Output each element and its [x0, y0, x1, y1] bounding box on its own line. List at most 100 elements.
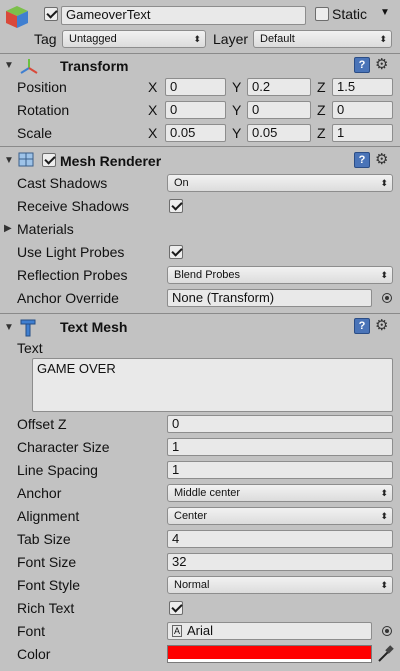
cast-shadows-label: Cast Shadows: [17, 175, 108, 191]
transform-help-icon[interactable]: ?: [354, 57, 370, 73]
scale-y-axis-label[interactable]: Y: [232, 125, 241, 141]
transform-gear-icon[interactable]: ⚙: [375, 57, 388, 73]
tag-label: Tag: [34, 31, 57, 47]
reflection-probes-label: Reflection Probes: [17, 267, 128, 283]
use-light-probes-checkbox[interactable]: [169, 245, 183, 259]
scale-z-input[interactable]: 1: [332, 124, 393, 142]
anchor-value: Middle center: [174, 487, 241, 499]
rotation-y-input[interactable]: 0: [247, 101, 311, 119]
dropdown-arrow-icon: ⬍: [380, 488, 388, 498]
rotation-z-axis-label[interactable]: Z: [317, 102, 326, 118]
color-fill: [168, 646, 371, 659]
character-size-input[interactable]: 1: [167, 438, 393, 456]
character-size-label: Character Size: [17, 439, 110, 455]
font-style-dropdown[interactable]: Normal ⬍: [167, 576, 393, 594]
receive-shadows-label: Receive Shadows: [17, 198, 130, 214]
rich-text-checkbox[interactable]: [169, 601, 183, 615]
dropdown-arrow-icon: ⬍: [379, 34, 387, 44]
static-dropdown-arrow-icon[interactable]: ▼: [380, 7, 390, 18]
mesh-renderer-icon: [18, 151, 38, 169]
static-checkbox[interactable]: [315, 7, 329, 21]
scale-label: Scale: [17, 125, 53, 141]
dropdown-arrow-icon: ⬍: [380, 511, 388, 521]
anchor-override-field[interactable]: None (Transform): [167, 289, 372, 307]
tab-size-label: Tab Size: [17, 531, 71, 547]
font-field[interactable]: A Arial: [167, 622, 372, 640]
anchor-override-label: Anchor Override: [17, 290, 119, 306]
object-picker-icon[interactable]: [382, 626, 392, 636]
scale-x-axis-label[interactable]: X: [148, 125, 157, 141]
scale-y-input[interactable]: 0.05: [247, 124, 311, 142]
dropdown-arrow-icon: ⬍: [380, 270, 388, 280]
scale-z-axis-label[interactable]: Z: [317, 125, 326, 141]
offset-z-input[interactable]: 0: [167, 415, 393, 433]
alignment-label: Alignment: [17, 508, 80, 524]
text-label: Text: [17, 340, 43, 356]
text-mesh-gear-icon[interactable]: ⚙: [375, 318, 388, 334]
gameobject-cube-icon: [4, 4, 30, 30]
position-z-axis-label[interactable]: Z: [317, 79, 326, 95]
position-y-input[interactable]: 0.2: [247, 78, 311, 96]
layer-dropdown[interactable]: Default ⬍: [253, 30, 392, 48]
rotation-x-input[interactable]: 0: [165, 101, 226, 119]
divider: [0, 313, 400, 314]
rotation-x-axis-label[interactable]: X: [148, 102, 157, 118]
tag-dropdown[interactable]: Untagged ⬍: [62, 30, 206, 48]
alignment-dropdown[interactable]: Center ⬍: [167, 507, 393, 525]
position-x-input[interactable]: 0: [165, 78, 226, 96]
font-label: Font: [17, 623, 46, 639]
offset-z-label: Offset Z: [17, 416, 67, 432]
transform-title: Transform: [60, 58, 129, 74]
font-value: Arial: [187, 623, 214, 638]
position-z-input[interactable]: 1.5: [332, 78, 393, 96]
reflection-probes-dropdown[interactable]: Blend Probes ⬍: [167, 266, 393, 284]
dropdown-arrow-icon: ⬍: [193, 34, 201, 44]
font-size-label: Font Size: [17, 554, 77, 570]
receive-shadows-checkbox[interactable]: [169, 199, 183, 213]
mesh-renderer-title: Mesh Renderer: [60, 153, 162, 169]
rotation-z-input[interactable]: 0: [332, 101, 393, 119]
font-style-label: Font Style: [17, 577, 81, 593]
line-spacing-input[interactable]: 1: [167, 461, 393, 479]
transform-axes-icon: [18, 57, 40, 75]
divider: [0, 53, 400, 54]
font-style-value: Normal: [174, 579, 210, 591]
object-name-input[interactable]: GameoverText: [61, 6, 306, 25]
position-x-axis-label[interactable]: X: [148, 79, 157, 95]
line-spacing-label: Line Spacing: [17, 462, 98, 478]
font-size-input[interactable]: 32: [167, 553, 393, 571]
color-label: Color: [17, 646, 51, 662]
mesh-renderer-foldout-icon[interactable]: ▼: [4, 155, 14, 166]
anchor-label: Anchor: [17, 485, 62, 501]
text-mesh-help-icon[interactable]: ?: [354, 318, 370, 334]
tab-size-input[interactable]: 4: [167, 530, 393, 548]
mesh-renderer-gear-icon[interactable]: ⚙: [375, 152, 388, 168]
static-label: Static: [332, 6, 368, 22]
anchor-dropdown[interactable]: Middle center ⬍: [167, 484, 393, 502]
rich-text-label: Rich Text: [17, 600, 75, 616]
rotation-y-axis-label[interactable]: Y: [232, 102, 241, 118]
layer-label: Layer: [213, 31, 249, 47]
materials-label[interactable]: Materials: [17, 221, 74, 237]
scale-x-input[interactable]: 0.05: [165, 124, 226, 142]
transform-foldout-icon[interactable]: ▼: [4, 60, 14, 71]
dropdown-arrow-icon: ⬍: [380, 580, 388, 590]
alignment-value: Center: [174, 510, 208, 522]
eyedropper-icon[interactable]: [376, 644, 394, 664]
text-mesh-icon: [18, 318, 38, 338]
mesh-renderer-enabled-checkbox[interactable]: [42, 153, 56, 167]
text-mesh-foldout-icon[interactable]: ▼: [4, 322, 14, 333]
reflection-probes-value: Blend Probes: [174, 269, 241, 281]
materials-foldout-icon[interactable]: ▶: [4, 223, 12, 234]
object-picker-icon[interactable]: [382, 293, 392, 303]
active-checkbox[interactable]: [44, 7, 58, 21]
position-y-axis-label[interactable]: Y: [232, 79, 241, 95]
font-asset-icon: A: [172, 625, 182, 637]
cast-shadows-value: On: [174, 177, 189, 189]
mesh-renderer-help-icon[interactable]: ?: [354, 152, 370, 168]
rotation-label: Rotation: [17, 102, 70, 118]
color-swatch[interactable]: [167, 645, 372, 663]
cast-shadows-dropdown[interactable]: On ⬍: [167, 174, 393, 192]
dropdown-arrow-icon: ⬍: [380, 178, 388, 188]
text-area[interactable]: GAME OVER: [32, 358, 393, 412]
